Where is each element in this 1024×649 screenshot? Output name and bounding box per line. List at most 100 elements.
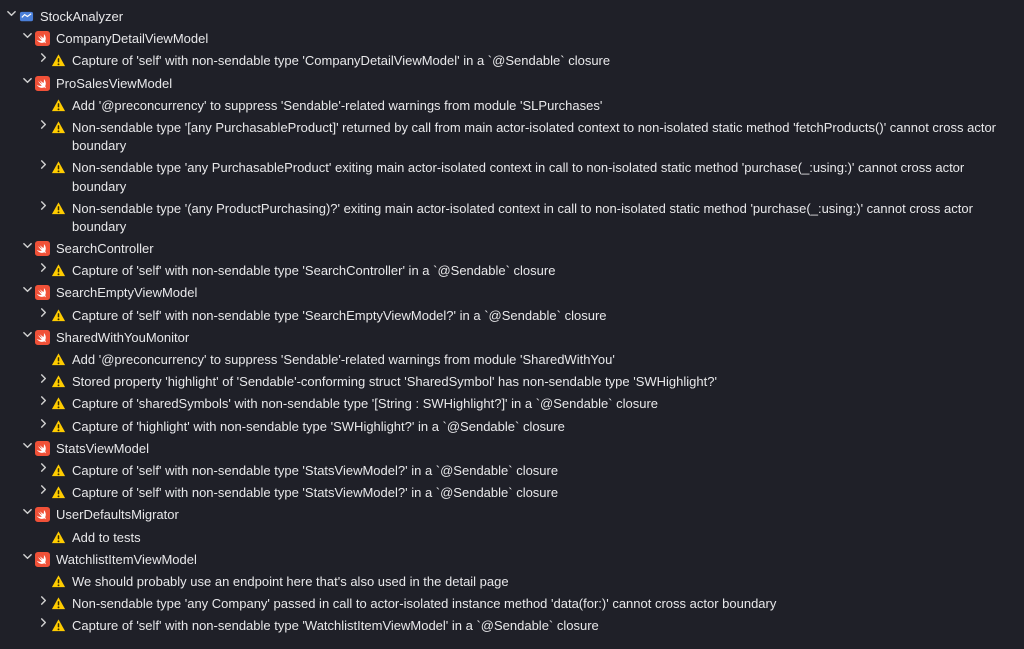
disclosure-triangle[interactable]	[20, 241, 34, 250]
disclosure-triangle[interactable]	[20, 441, 34, 450]
disclosure-triangle[interactable]	[20, 285, 34, 294]
swift-icon	[34, 31, 50, 46]
disclosure-triangle[interactable]	[36, 618, 50, 627]
disclosure-triangle[interactable]	[20, 507, 34, 516]
swift-icon	[34, 441, 50, 456]
disclosure-triangle[interactable]	[36, 53, 50, 62]
swift-icon	[34, 76, 50, 91]
tree-item-label: UserDefaultsMigrator	[56, 506, 1020, 524]
tree-item-label: Non-sendable type '[any PurchasableProdu…	[72, 119, 1020, 155]
tree-item-label: We should probably use an endpoint here …	[72, 573, 1020, 591]
warning-icon	[50, 596, 66, 611]
tree-row-searchcontroller[interactable]: SearchController	[4, 238, 1020, 260]
disclosure-triangle[interactable]	[36, 419, 50, 428]
tree-item-label: Capture of 'highlight' with non-sendable…	[72, 418, 1020, 436]
tree-row-add-to-tests[interactable]: Add to tests	[4, 527, 1020, 549]
tree-item-label: Capture of 'self' with non-sendable type…	[72, 52, 1020, 70]
tree-item-label: ProSalesViewModel	[56, 75, 1020, 93]
warning-icon	[50, 618, 66, 633]
tree-row-statsviewmodel[interactable]: StatsViewModel	[4, 438, 1020, 460]
tree-row-non-sendable-type-any-productpurchasing-[interactable]: Non-sendable type '(any ProductPurchasin…	[4, 198, 1020, 238]
disclosure-triangle[interactable]	[36, 596, 50, 605]
tree-item-label: Capture of 'sharedSymbols' with non-send…	[72, 395, 1020, 413]
tree-item-label: Capture of 'self' with non-sendable type…	[72, 262, 1020, 280]
warning-icon	[50, 98, 66, 113]
disclosure-triangle[interactable]	[36, 120, 50, 129]
tree-item-label: StatsViewModel	[56, 440, 1020, 458]
tree-row-searchemptyviewmodel[interactable]: SearchEmptyViewModel	[4, 282, 1020, 304]
warning-icon	[50, 308, 66, 323]
disclosure-triangle[interactable]	[20, 552, 34, 561]
tree-row-stockanalyzer[interactable]: StockAnalyzer	[4, 6, 1020, 28]
warning-icon	[50, 463, 66, 478]
tree-row-capture-of-sharedsymbols-with-non-sendab[interactable]: Capture of 'sharedSymbols' with non-send…	[4, 393, 1020, 415]
tree-row-companydetailviewmodel[interactable]: CompanyDetailViewModel	[4, 28, 1020, 50]
tree-item-label: Non-sendable type 'any Company' passed i…	[72, 595, 1020, 613]
disclosure-triangle[interactable]	[36, 308, 50, 317]
app-icon	[18, 9, 34, 24]
tree-item-label: Non-sendable type 'any PurchasableProduc…	[72, 159, 1020, 195]
disclosure-triangle[interactable]	[36, 374, 50, 383]
tree-row-capture-of-highlight-with-non-sendable-t[interactable]: Capture of 'highlight' with non-sendable…	[4, 416, 1020, 438]
tree-item-label: Non-sendable type '(any ProductPurchasin…	[72, 200, 1020, 236]
tree-row-non-sendable-type-any-purchasableproduct[interactable]: Non-sendable type '[any PurchasableProdu…	[4, 117, 1020, 157]
tree-item-label: StockAnalyzer	[40, 8, 1020, 26]
disclosure-triangle[interactable]	[36, 485, 50, 494]
tree-item-label: Capture of 'self' with non-sendable type…	[72, 307, 1020, 325]
tree-row-sharedwithyoumonitor[interactable]: SharedWithYouMonitor	[4, 327, 1020, 349]
warning-icon	[50, 485, 66, 500]
tree-row-capture-of-self-with-non-sendable-type-s[interactable]: Capture of 'self' with non-sendable type…	[4, 460, 1020, 482]
tree-item-label: WatchlistItemViewModel	[56, 551, 1020, 569]
tree-item-label: Stored property 'highlight' of 'Sendable…	[72, 373, 1020, 391]
tree-row-non-sendable-type-any-purchasableproduct[interactable]: Non-sendable type 'any PurchasableProduc…	[4, 157, 1020, 197]
issue-navigator: StockAnalyzer CompanyDetailViewModel Captu…	[4, 6, 1020, 637]
tree-row-capture-of-self-with-non-sendable-type-c[interactable]: Capture of 'self' with non-sendable type…	[4, 50, 1020, 72]
tree-row-add-preconcurrency-to-suppress-sendable-[interactable]: Add '@preconcurrency' to suppress 'Senda…	[4, 349, 1020, 371]
disclosure-triangle[interactable]	[20, 76, 34, 85]
tree-row-prosalesviewmodel[interactable]: ProSalesViewModel	[4, 73, 1020, 95]
tree-item-label: Add '@preconcurrency' to suppress 'Senda…	[72, 351, 1020, 369]
tree-item-label: Add '@preconcurrency' to suppress 'Senda…	[72, 97, 1020, 115]
disclosure-triangle[interactable]	[36, 160, 50, 169]
tree-item-label: SearchEmptyViewModel	[56, 284, 1020, 302]
warning-icon	[50, 160, 66, 175]
swift-icon	[34, 507, 50, 522]
warning-icon	[50, 201, 66, 216]
tree-row-capture-of-self-with-non-sendable-type-s[interactable]: Capture of 'self' with non-sendable type…	[4, 482, 1020, 504]
warning-icon	[50, 419, 66, 434]
tree-item-label: SearchController	[56, 240, 1020, 258]
tree-row-add-preconcurrency-to-suppress-sendable-[interactable]: Add '@preconcurrency' to suppress 'Senda…	[4, 95, 1020, 117]
tree-item-label: Capture of 'self' with non-sendable type…	[72, 617, 1020, 635]
tree-row-capture-of-self-with-non-sendable-type-w[interactable]: Capture of 'self' with non-sendable type…	[4, 615, 1020, 637]
tree-item-label: Add to tests	[72, 529, 1020, 547]
disclosure-triangle[interactable]	[20, 330, 34, 339]
disclosure-triangle[interactable]	[36, 463, 50, 472]
disclosure-triangle[interactable]	[36, 263, 50, 272]
swift-icon	[34, 330, 50, 345]
tree-row-we-should-probably-use-an-endpoint-here-[interactable]: We should probably use an endpoint here …	[4, 571, 1020, 593]
tree-row-stored-property-highlight-of-sendable-co[interactable]: Stored property 'highlight' of 'Sendable…	[4, 371, 1020, 393]
tree-item-label: Capture of 'self' with non-sendable type…	[72, 462, 1020, 480]
disclosure-triangle[interactable]	[20, 31, 34, 40]
warning-icon	[50, 396, 66, 411]
tree-row-non-sendable-type-any-company-passed-in-[interactable]: Non-sendable type 'any Company' passed i…	[4, 593, 1020, 615]
warning-icon	[50, 120, 66, 135]
tree-item-label: Capture of 'self' with non-sendable type…	[72, 484, 1020, 502]
warning-icon	[50, 574, 66, 589]
swift-icon	[34, 285, 50, 300]
swift-icon	[34, 552, 50, 567]
tree-item-label: CompanyDetailViewModel	[56, 30, 1020, 48]
warning-icon	[50, 53, 66, 68]
tree-row-watchlistitemviewmodel[interactable]: WatchlistItemViewModel	[4, 549, 1020, 571]
disclosure-triangle[interactable]	[36, 396, 50, 405]
warning-icon	[50, 374, 66, 389]
tree-row-userdefaultsmigrator[interactable]: UserDefaultsMigrator	[4, 504, 1020, 526]
disclosure-triangle[interactable]	[4, 9, 18, 18]
disclosure-triangle[interactable]	[36, 201, 50, 210]
warning-icon	[50, 530, 66, 545]
warning-icon	[50, 263, 66, 278]
tree-row-capture-of-self-with-non-sendable-type-s[interactable]: Capture of 'self' with non-sendable type…	[4, 305, 1020, 327]
tree-row-capture-of-self-with-non-sendable-type-s[interactable]: Capture of 'self' with non-sendable type…	[4, 260, 1020, 282]
swift-icon	[34, 241, 50, 256]
tree-item-label: SharedWithYouMonitor	[56, 329, 1020, 347]
